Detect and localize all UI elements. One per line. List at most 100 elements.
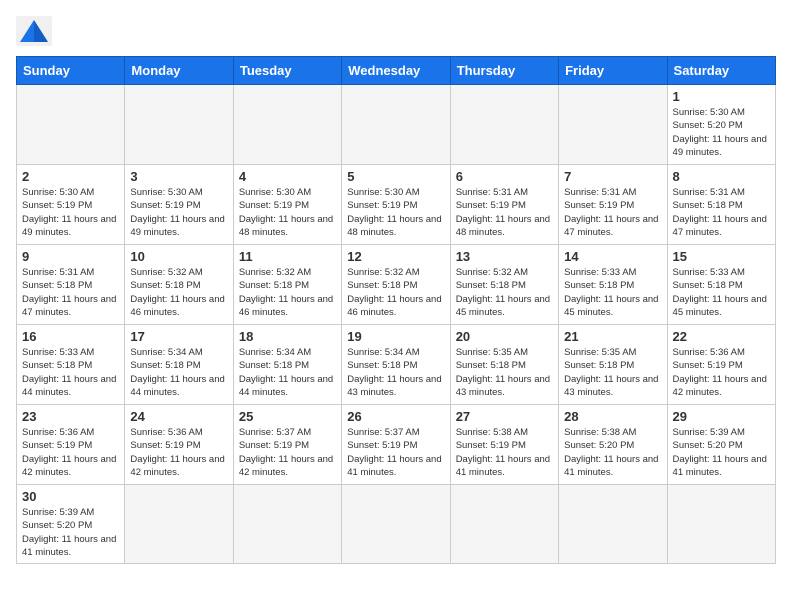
day-number: 23	[22, 409, 119, 424]
calendar-cell: 22Sunrise: 5:36 AM Sunset: 5:19 PM Dayli…	[667, 325, 775, 405]
calendar-cell: 26 Sunrise: 5:37 AM Sunset: 5:19 PM Dayli…	[342, 405, 450, 485]
calendar-week-row: 9Sunrise: 5:31 AM Sunset: 5:18 PM Daylig…	[17, 245, 776, 325]
day-info: Sunrise: 5:39 AM Sunset: 5:20 PM Dayligh…	[22, 506, 119, 559]
day-number: 12	[347, 249, 444, 264]
col-header-tuesday: Tuesday	[233, 57, 341, 85]
calendar-cell	[125, 85, 233, 165]
day-number: 24	[130, 409, 227, 424]
day-number: 20	[456, 329, 553, 344]
calendar-cell: 7Sunrise: 5:31 AM Sunset: 5:19 PM Daylig…	[559, 165, 667, 245]
calendar-cell: 23Sunrise: 5:36 AM Sunset: 5:19 PM Dayli…	[17, 405, 125, 485]
day-info: Sunrise: 5:36 AM Sunset: 5:19 PM Dayligh…	[130, 426, 227, 479]
day-number: 16	[22, 329, 119, 344]
day-info: Sunrise: 5:32 AM Sunset: 5:18 PM Dayligh…	[456, 266, 553, 319]
day-number: 1	[673, 89, 770, 104]
calendar-cell	[233, 85, 341, 165]
calendar-cell: 24 Sunrise: 5:36 AM Sunset: 5:19 PM Dayli…	[125, 405, 233, 485]
calendar-cell: 2 Sunrise: 5:30 AM Sunset: 5:19 PM Daylig…	[17, 165, 125, 245]
calendar-cell: 5 Sunrise: 5:30 AM Sunset: 5:19 PM Daylig…	[342, 165, 450, 245]
day-number: 19	[347, 329, 444, 344]
calendar-cell	[450, 485, 558, 564]
day-number: 3	[130, 169, 227, 184]
calendar-cell: 3Sunrise: 5:30 AM Sunset: 5:19 PM Daylig…	[125, 165, 233, 245]
calendar-cell: 27 Sunrise: 5:38 AM Sunset: 5:19 PM Dayli…	[450, 405, 558, 485]
day-info: Sunrise: 5:31 AM Sunset: 5:18 PM Dayligh…	[673, 186, 770, 239]
calendar-week-row: 16 Sunrise: 5:33 AM Sunset: 5:18 PM Dayli…	[17, 325, 776, 405]
day-number: 27	[456, 409, 553, 424]
calendar-cell: 9Sunrise: 5:31 AM Sunset: 5:18 PM Daylig…	[17, 245, 125, 325]
calendar-cell: 12Sunrise: 5:32 AM Sunset: 5:18 PM Dayli…	[342, 245, 450, 325]
col-header-friday: Friday	[559, 57, 667, 85]
calendar-cell: 8 Sunrise: 5:31 AM Sunset: 5:18 PM Daylig…	[667, 165, 775, 245]
day-number: 28	[564, 409, 661, 424]
day-info: Sunrise: 5:30 AM Sunset: 5:20 PM Dayligh…	[673, 106, 770, 159]
calendar-week-row: 23 Sunrise: 5:36 AM Sunset: 5:19 PM Dayli…	[17, 405, 776, 485]
day-number: 8	[673, 169, 770, 184]
day-info: Sunrise: 5:39 AM Sunset: 5:20 PM Dayligh…	[673, 426, 770, 479]
calendar-cell: 1 Sunrise: 5:30 AM Sunset: 5:20 PM Daylig…	[667, 85, 775, 165]
logo-icon	[16, 16, 52, 46]
calendar-cell: 20Sunrise: 5:35 AM Sunset: 5:18 PM Dayli…	[450, 325, 558, 405]
calendar-cell	[342, 85, 450, 165]
day-number: 5	[347, 169, 444, 184]
day-info: Sunrise: 5:33 AM Sunset: 5:18 PM Dayligh…	[673, 266, 770, 319]
day-info: Sunrise: 5:32 AM Sunset: 5:18 PM Dayligh…	[239, 266, 336, 319]
day-info: Sunrise: 5:37 AM Sunset: 5:19 PM Dayligh…	[347, 426, 444, 479]
calendar-cell: 13 Sunrise: 5:32 AM Sunset: 5:18 PM Dayli…	[450, 245, 558, 325]
col-header-wednesday: Wednesday	[342, 57, 450, 85]
day-number: 6	[456, 169, 553, 184]
day-number: 13	[456, 249, 553, 264]
calendar-cell: 21 Sunrise: 5:35 AM Sunset: 5:18 PM Dayli…	[559, 325, 667, 405]
page-header	[16, 16, 776, 46]
day-info: Sunrise: 5:31 AM Sunset: 5:19 PM Dayligh…	[456, 186, 553, 239]
calendar-cell: 11 Sunrise: 5:32 AM Sunset: 5:18 PM Dayli…	[233, 245, 341, 325]
calendar-cell	[233, 485, 341, 564]
calendar-cell	[450, 85, 558, 165]
day-info: Sunrise: 5:36 AM Sunset: 5:19 PM Dayligh…	[673, 346, 770, 399]
day-number: 21	[564, 329, 661, 344]
day-info: Sunrise: 5:32 AM Sunset: 5:18 PM Dayligh…	[130, 266, 227, 319]
calendar-cell	[342, 485, 450, 564]
day-number: 10	[130, 249, 227, 264]
day-number: 17	[130, 329, 227, 344]
day-info: Sunrise: 5:30 AM Sunset: 5:19 PM Dayligh…	[347, 186, 444, 239]
day-info: Sunrise: 5:35 AM Sunset: 5:18 PM Dayligh…	[564, 346, 661, 399]
calendar-cell: 14 Sunrise: 5:33 AM Sunset: 5:18 PM Dayli…	[559, 245, 667, 325]
day-number: 4	[239, 169, 336, 184]
day-info: Sunrise: 5:34 AM Sunset: 5:18 PM Dayligh…	[239, 346, 336, 399]
day-number: 2	[22, 169, 119, 184]
day-info: Sunrise: 5:34 AM Sunset: 5:18 PM Dayligh…	[347, 346, 444, 399]
day-info: Sunrise: 5:30 AM Sunset: 5:19 PM Dayligh…	[22, 186, 119, 239]
col-header-sunday: Sunday	[17, 57, 125, 85]
day-number: 14	[564, 249, 661, 264]
day-number: 30	[22, 489, 119, 504]
day-info: Sunrise: 5:38 AM Sunset: 5:20 PM Dayligh…	[564, 426, 661, 479]
calendar-cell: 19 Sunrise: 5:34 AM Sunset: 5:18 PM Dayli…	[342, 325, 450, 405]
calendar-cell: 28 Sunrise: 5:38 AM Sunset: 5:20 PM Dayli…	[559, 405, 667, 485]
day-info: Sunrise: 5:30 AM Sunset: 5:19 PM Dayligh…	[239, 186, 336, 239]
day-number: 26	[347, 409, 444, 424]
col-header-monday: Monday	[125, 57, 233, 85]
calendar-cell	[17, 85, 125, 165]
day-number: 7	[564, 169, 661, 184]
calendar-cell: 4 Sunrise: 5:30 AM Sunset: 5:19 PM Daylig…	[233, 165, 341, 245]
day-info: Sunrise: 5:31 AM Sunset: 5:18 PM Dayligh…	[22, 266, 119, 319]
day-number: 18	[239, 329, 336, 344]
day-info: Sunrise: 5:33 AM Sunset: 5:18 PM Dayligh…	[22, 346, 119, 399]
calendar-week-row: 1 Sunrise: 5:30 AM Sunset: 5:20 PM Daylig…	[17, 85, 776, 165]
calendar-cell: 15Sunrise: 5:33 AM Sunset: 5:18 PM Dayli…	[667, 245, 775, 325]
calendar-cell	[125, 485, 233, 564]
calendar-cell	[559, 85, 667, 165]
calendar-cell: 6 Sunrise: 5:31 AM Sunset: 5:19 PM Daylig…	[450, 165, 558, 245]
day-info: Sunrise: 5:33 AM Sunset: 5:18 PM Dayligh…	[564, 266, 661, 319]
day-info: Sunrise: 5:38 AM Sunset: 5:19 PM Dayligh…	[456, 426, 553, 479]
col-header-saturday: Saturday	[667, 57, 775, 85]
calendar-cell: 16 Sunrise: 5:33 AM Sunset: 5:18 PM Dayli…	[17, 325, 125, 405]
calendar-cell: 17Sunrise: 5:34 AM Sunset: 5:18 PM Dayli…	[125, 325, 233, 405]
day-number: 29	[673, 409, 770, 424]
calendar-week-row: 2 Sunrise: 5:30 AM Sunset: 5:19 PM Daylig…	[17, 165, 776, 245]
day-number: 11	[239, 249, 336, 264]
col-header-thursday: Thursday	[450, 57, 558, 85]
day-info: Sunrise: 5:37 AM Sunset: 5:19 PM Dayligh…	[239, 426, 336, 479]
calendar-table: SundayMondayTuesdayWednesdayThursdayFrid…	[16, 56, 776, 564]
